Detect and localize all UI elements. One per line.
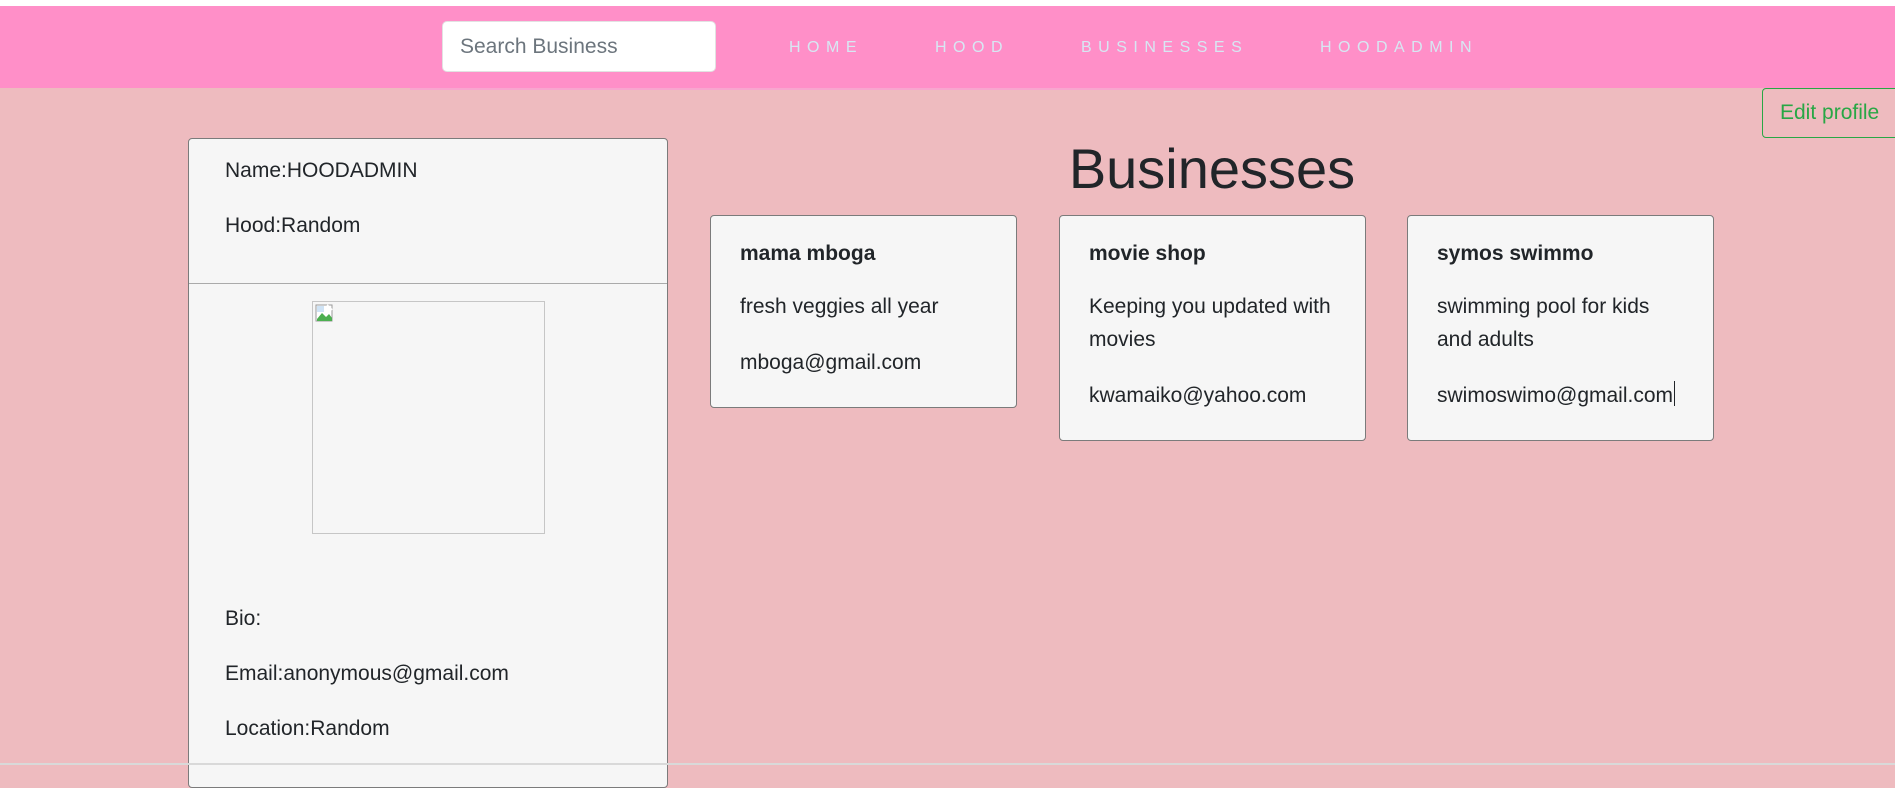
business-email: swimoswimo@gmail.com — [1437, 379, 1684, 412]
business-email-text: swimoswimo@gmail.com — [1437, 384, 1674, 407]
business-name: mama mboga — [740, 242, 876, 265]
nav-link-hood[interactable]: HOOD — [935, 39, 1009, 57]
business-card: mama mboga fresh veggies all year mboga@… — [710, 215, 1017, 408]
profile-card: Name:HOODADMIN Hood:Random Bio: Email:an… — [188, 138, 668, 788]
nav-link-home[interactable]: HOME — [789, 39, 863, 57]
profile-location: Location:Random — [225, 717, 390, 740]
edit-profile-button[interactable]: Edit profile — [1762, 88, 1895, 138]
business-card: movie shop Keeping you updated with movi… — [1059, 215, 1366, 441]
search-business-input[interactable] — [442, 21, 716, 72]
business-description: fresh veggies all year — [740, 295, 939, 318]
business-card: symos swimmo swimming pool for kids and … — [1407, 215, 1714, 441]
profile-bio: Bio: — [225, 607, 262, 630]
navbar-underline — [410, 88, 1510, 90]
business-name: movie shop — [1089, 242, 1206, 265]
profile-image — [312, 301, 545, 534]
business-description: swimming pool for kids and adults — [1437, 295, 1650, 351]
broken-image-icon — [315, 304, 333, 322]
business-description: Keeping you updated with movies — [1089, 295, 1331, 351]
profile-divider — [189, 283, 667, 284]
business-name: symos swimmo — [1437, 242, 1594, 265]
nav-link-businesses[interactable]: BUSINESSES — [1081, 39, 1248, 57]
businesses-heading: Businesses — [1068, 137, 1356, 200]
profile-email: Email:anonymous@gmail.com — [225, 662, 509, 685]
business-email: kwamaiko@yahoo.com — [1089, 384, 1307, 407]
text-caret — [1674, 381, 1676, 406]
business-email: mboga@gmail.com — [740, 351, 922, 374]
profile-hood: Hood:Random — [225, 214, 361, 237]
nav-link-hoodadmin[interactable]: HOODADMIN — [1320, 39, 1478, 57]
